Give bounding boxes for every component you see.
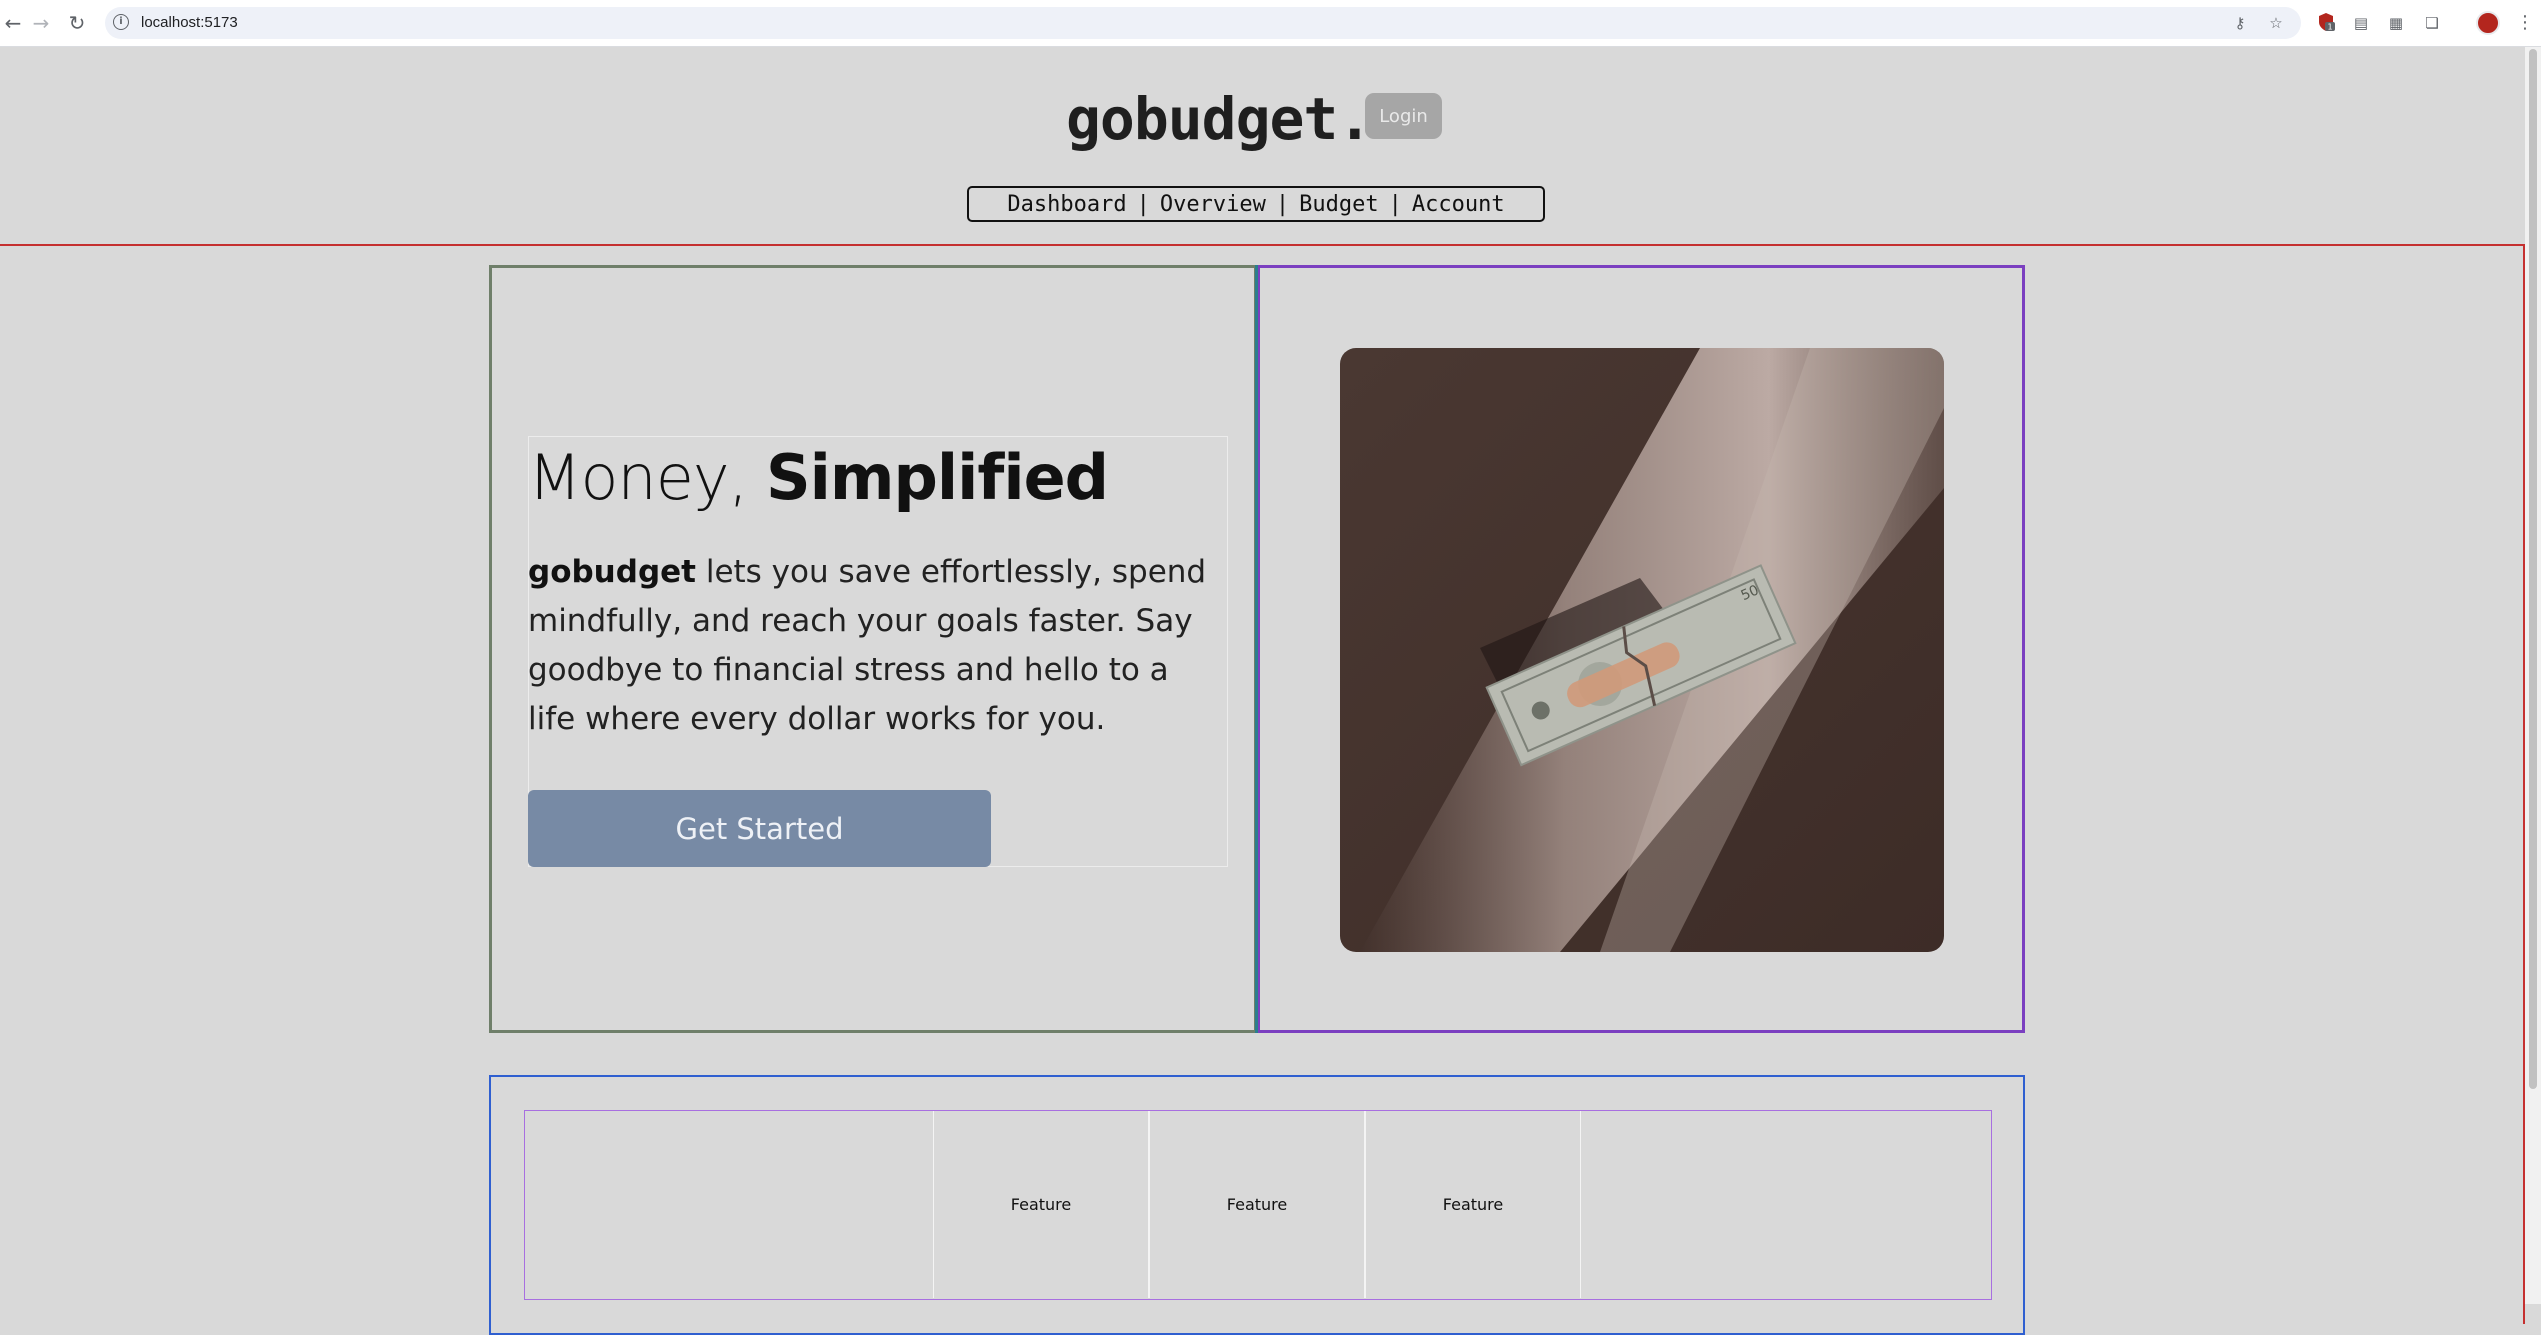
- hero-headline: Money, Simplified: [528, 438, 1109, 518]
- hero-image-panel: 50: [1257, 265, 2025, 1033]
- photo-illustration: 50: [1340, 348, 1944, 952]
- bookmark-star-icon[interactable]: ☆: [2266, 13, 2286, 33]
- nav-dashboard[interactable]: Dashboard: [1007, 192, 1126, 217]
- forward-icon[interactable]: →: [28, 10, 54, 36]
- login-button[interactable]: Login: [1365, 93, 1442, 139]
- features-row: Feature Feature Feature: [524, 1110, 1992, 1300]
- feature-card: Feature: [1365, 1111, 1581, 1298]
- feature-card: Feature: [933, 1111, 1149, 1298]
- nav-separator: |: [1275, 191, 1290, 217]
- extension-badge: 1: [2327, 23, 2332, 32]
- nav-separator: |: [1388, 191, 1402, 217]
- headline-light: Money,: [528, 441, 766, 514]
- address-bar[interactable]: i localhost:5173 ⚷ ☆: [105, 7, 2301, 39]
- page-scrollbar[interactable]: [2525, 47, 2541, 1304]
- hero-divider: [1255, 265, 1258, 1033]
- description-brand: gobudget: [528, 554, 696, 590]
- brand-logo: gobudget.: [1066, 85, 1372, 153]
- extension-shield-icon[interactable]: 1: [2315, 12, 2337, 34]
- get-started-button[interactable]: Get Started: [528, 790, 991, 867]
- extensions-puzzle-icon[interactable]: ❏: [2421, 12, 2443, 34]
- extension-store-icon[interactable]: ▦: [2385, 12, 2407, 34]
- main-nav: Dashboard | Overview | Budget | Account: [967, 186, 1545, 222]
- hero-description: gobudget lets you save effortlessly, spe…: [528, 548, 1218, 744]
- extension-doc-icon[interactable]: ▤: [2350, 12, 2372, 34]
- browser-toolbar: ← → ↻ i localhost:5173 ⚷ ☆ 1 ▤ ▦ ❏ ⋮: [0, 0, 2541, 47]
- back-icon[interactable]: ←: [0, 10, 26, 36]
- scrollbar-thumb[interactable]: [2529, 49, 2537, 1089]
- nav-budget[interactable]: Budget: [1299, 192, 1378, 217]
- nav-separator: |: [1136, 191, 1150, 217]
- hero-text-panel: Money, Simplified gobudget lets you save…: [489, 265, 1257, 1033]
- hero-section: Money, Simplified gobudget lets you save…: [489, 265, 2025, 1033]
- headline-bold: Simplified: [765, 441, 1109, 514]
- profile-avatar[interactable]: [2476, 11, 2500, 35]
- nav-account[interactable]: Account: [1412, 192, 1505, 217]
- features-section: Feature Feature Feature: [489, 1075, 2025, 1335]
- site-info-icon[interactable]: i: [113, 14, 129, 30]
- password-key-icon[interactable]: ⚷: [2230, 13, 2250, 33]
- reload-icon[interactable]: ↻: [64, 10, 90, 36]
- nav-overview[interactable]: Overview: [1160, 192, 1266, 217]
- feature-card: Feature: [1149, 1111, 1365, 1298]
- browser-menu-icon[interactable]: ⋮: [2516, 10, 2534, 36]
- torn-dollar-photo: 50: [1340, 348, 1944, 952]
- page: gobudget. Login Dashboard | Overview | B…: [0, 47, 2525, 1335]
- url-text[interactable]: localhost:5173: [141, 7, 238, 39]
